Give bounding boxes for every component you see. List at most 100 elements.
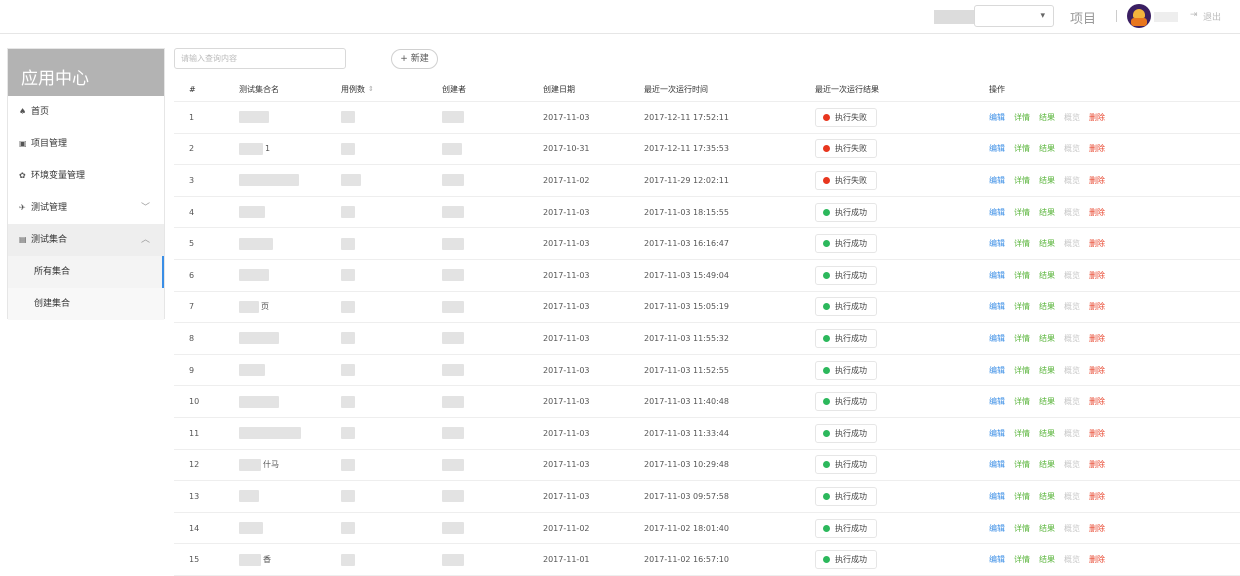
nav-project-link[interactable]: 项目 [1070,8,1096,27]
edit-link[interactable]: 编辑 [989,238,1005,249]
result-link[interactable]: 结果 [1039,175,1055,186]
delete-link[interactable]: 删除 [1089,428,1105,439]
delete-link[interactable]: 删除 [1089,396,1105,407]
edit-link[interactable]: 编辑 [989,207,1005,218]
detail-link[interactable]: 详情 [1014,365,1030,376]
result-link[interactable]: 结果 [1039,428,1055,439]
result-link[interactable]: 结果 [1039,301,1055,312]
overview-link[interactable]: 概览 [1064,428,1080,439]
delete-link[interactable]: 删除 [1089,523,1105,534]
result-link[interactable]: 结果 [1039,365,1055,376]
sidebar-item-0[interactable]: ♠ 首页 [8,96,164,128]
new-collection-button[interactable]: + 新建 [391,49,438,69]
delete-link[interactable]: 删除 [1089,301,1105,312]
result-link[interactable]: 结果 [1039,143,1055,154]
header-created-date: 创建日期 [543,84,575,94]
result-link[interactable]: 结果 [1039,270,1055,281]
collection-name-redacted: 1 [239,134,270,165]
delete-link[interactable]: 删除 [1089,491,1105,502]
project-select[interactable]: ▾ [974,5,1054,27]
edit-link[interactable]: 编辑 [989,396,1005,407]
overview-link[interactable]: 概览 [1064,175,1080,186]
edit-link[interactable]: 编辑 [989,523,1005,534]
detail-link[interactable]: 详情 [1014,270,1030,281]
overview-link[interactable]: 概览 [1064,112,1080,123]
edit-link[interactable]: 编辑 [989,333,1005,344]
overview-link[interactable]: 概览 [1064,333,1080,344]
result-link[interactable]: 结果 [1039,554,1055,565]
sidebar-item-3[interactable]: ✈ 测试管理 ﹀ [8,192,164,224]
overview-link[interactable]: 概览 [1064,396,1080,407]
detail-link[interactable]: 详情 [1014,207,1030,218]
delete-link[interactable]: 删除 [1089,143,1105,154]
result-link[interactable]: 结果 [1039,523,1055,534]
detail-link[interactable]: 详情 [1014,554,1030,565]
detail-link[interactable]: 详情 [1014,333,1030,344]
delete-link[interactable]: 删除 [1089,459,1105,470]
name-fragment: 什马 [263,460,279,470]
edit-link[interactable]: 编辑 [989,428,1005,439]
detail-link[interactable]: 详情 [1014,523,1030,534]
search-input[interactable] [174,48,346,69]
overview-link[interactable]: 概览 [1064,238,1080,249]
edit-link[interactable]: 编辑 [989,143,1005,154]
avatar[interactable] [1127,4,1151,28]
detail-link[interactable]: 详情 [1014,175,1030,186]
status-dot-icon [823,271,830,279]
detail-link[interactable]: 详情 [1014,301,1030,312]
sidebar-item-4[interactable]: ▤ 测试集合 ︿ [8,224,164,256]
header-cases[interactable]: 用例数 ⇕ [341,77,374,101]
sort-icon[interactable]: ⇕ [368,85,374,93]
sidebar-subitem-1[interactable]: 创建集合 [8,288,164,320]
detail-link[interactable]: 详情 [1014,238,1030,249]
sidebar-item-2[interactable]: ✿ 环境变量管理 [8,160,164,192]
delete-link[interactable]: 删除 [1089,365,1105,376]
edit-link[interactable]: 编辑 [989,491,1005,502]
result-link[interactable]: 结果 [1039,491,1055,502]
edit-link[interactable]: 编辑 [989,301,1005,312]
result-link[interactable]: 结果 [1039,112,1055,123]
result-link[interactable]: 结果 [1039,459,1055,470]
overview-link[interactable]: 概览 [1064,365,1080,376]
row-actions: 编辑 详情 结果 概览 删除 [989,450,1114,481]
sidebar-subitem-0[interactable]: 所有集合 [8,256,164,288]
overview-link[interactable]: 概览 [1064,270,1080,281]
overview-link[interactable]: 概览 [1064,301,1080,312]
detail-link[interactable]: 详情 [1014,428,1030,439]
row-index: 5 [189,239,195,249]
edit-link[interactable]: 编辑 [989,175,1005,186]
detail-link[interactable]: 详情 [1014,112,1030,123]
detail-link[interactable]: 详情 [1014,143,1030,154]
logout-icon[interactable]: ⇥ [1190,10,1200,20]
result-link[interactable]: 结果 [1039,238,1055,249]
detail-link[interactable]: 详情 [1014,396,1030,407]
result-link[interactable]: 结果 [1039,333,1055,344]
edit-link[interactable]: 编辑 [989,459,1005,470]
detail-link[interactable]: 详情 [1014,491,1030,502]
overview-link[interactable]: 概览 [1064,523,1080,534]
overview-link[interactable]: 概览 [1064,207,1080,218]
case-count-redacted [341,481,355,512]
row-index: 3 [189,175,195,185]
edit-link[interactable]: 编辑 [989,112,1005,123]
edit-link[interactable]: 编辑 [989,554,1005,565]
delete-link[interactable]: 删除 [1089,554,1105,565]
delete-link[interactable]: 删除 [1089,238,1105,249]
overview-link[interactable]: 概览 [1064,459,1080,470]
logout-link[interactable]: 退出 [1203,10,1221,23]
result-link[interactable]: 结果 [1039,207,1055,218]
sidebar-item-1[interactable]: ▣ 项目管理 [8,128,164,160]
edit-link[interactable]: 编辑 [989,270,1005,281]
delete-link[interactable]: 删除 [1089,207,1105,218]
delete-link[interactable]: 删除 [1089,175,1105,186]
overview-link[interactable]: 概览 [1064,491,1080,502]
delete-link[interactable]: 删除 [1089,112,1105,123]
edit-link[interactable]: 编辑 [989,365,1005,376]
detail-link[interactable]: 详情 [1014,459,1030,470]
row-actions: 编辑 详情 结果 概览 删除 [989,197,1114,228]
overview-link[interactable]: 概览 [1064,143,1080,154]
delete-link[interactable]: 删除 [1089,270,1105,281]
delete-link[interactable]: 删除 [1089,333,1105,344]
overview-link[interactable]: 概览 [1064,554,1080,565]
result-link[interactable]: 结果 [1039,396,1055,407]
